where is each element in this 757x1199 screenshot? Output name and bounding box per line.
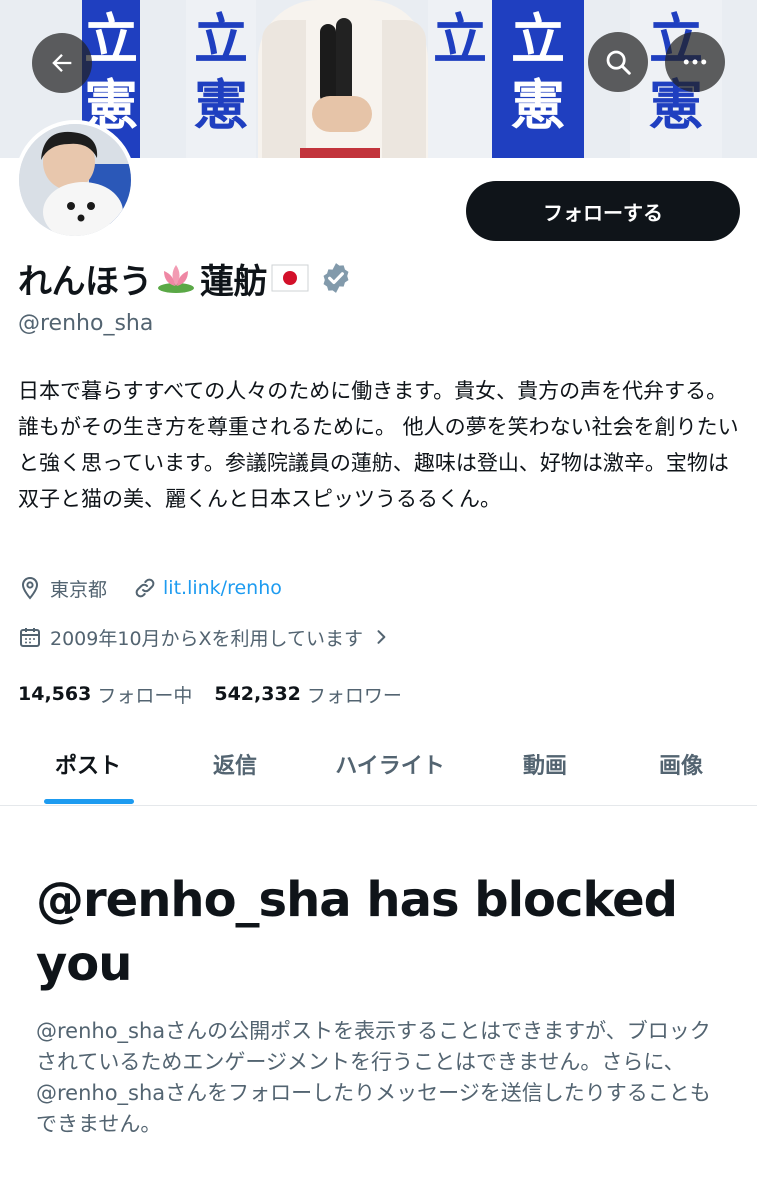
following-label[interactable]: フォロー中	[97, 681, 192, 708]
profile-meta-row: 東京都 lit.link/renho	[18, 573, 282, 603]
profile-bio: 日本で暮らすすべての人々のために働きます。貴女、貴方の声を代弁する。 誰もがその…	[18, 379, 739, 511]
poster-char: 立	[194, 7, 248, 71]
avatar-photo	[19, 124, 131, 236]
poster-char: 憲	[194, 73, 248, 137]
banner-poster-right: 立 憲	[492, 0, 584, 158]
tab-replies[interactable]: 返信	[170, 732, 300, 796]
calendar-icon	[20, 628, 40, 647]
blocked-message: @renho_shaさんの公開ポストを表示することはできますが、ブロックされてい…	[36, 1019, 711, 1136]
lotus-emoji-icon	[158, 265, 194, 293]
poster-char: 立	[433, 7, 487, 71]
speaker-hands	[312, 96, 372, 132]
poster-char: 立	[84, 7, 138, 71]
profile-stats: 14,563 フォロー中 542,332 フォロワー	[18, 678, 424, 710]
tab-posts[interactable]: ポスト	[18, 732, 158, 796]
arrow-left-icon	[52, 54, 72, 72]
active-tab-indicator	[44, 799, 134, 804]
poster-char: 憲	[511, 73, 565, 137]
profile-website-link[interactable]: lit.link/renho	[163, 577, 282, 599]
follow-button[interactable]: フォローする	[466, 181, 740, 241]
back-button[interactable]	[32, 33, 92, 93]
speaker-jacket-right	[382, 20, 426, 158]
ellipsis-icon	[683, 59, 707, 65]
tab-videos[interactable]: 動画	[480, 732, 610, 796]
tab-highlights[interactable]: ハイライト	[310, 732, 470, 796]
link-icon	[135, 578, 155, 598]
microphone	[320, 24, 336, 104]
chevron-right-icon	[377, 630, 386, 644]
following-count[interactable]: 14,563	[18, 683, 91, 705]
search-icon	[606, 50, 631, 75]
tab-media[interactable]: 画像	[616, 732, 746, 796]
location-pin-icon	[21, 576, 39, 600]
banner-poster-center-right: 立	[428, 0, 492, 158]
profile-avatar[interactable]	[15, 120, 135, 240]
more-button[interactable]	[665, 32, 725, 92]
display-name-suffix: 蓮舫	[200, 261, 268, 302]
profile-joined-row[interactable]: 2009年10月からXを利用しています	[18, 622, 391, 652]
display-name-row: れんほう 蓮舫	[18, 252, 353, 304]
avatar-illustration	[19, 124, 131, 236]
verified-badge-icon[interactable]	[319, 261, 353, 295]
profile-location: 東京都	[50, 578, 108, 601]
japan-flag-icon	[271, 264, 309, 292]
poster-char: 立	[511, 7, 565, 71]
speaker-jacket-left	[262, 20, 306, 158]
profile-joined-date: 2009年10月からXを利用しています	[50, 627, 363, 650]
banner-poster-center-left: 立 憲	[186, 0, 256, 158]
microphone	[336, 18, 352, 104]
blocked-title: @renho_sha has blocked you	[36, 872, 678, 992]
search-button[interactable]	[588, 32, 648, 92]
speaker-skirt	[300, 148, 380, 158]
profile-tabs: ポスト 返信 ハイライト 動画 画像	[0, 732, 757, 806]
followers-count[interactable]: 542,332	[214, 683, 301, 705]
followers-label[interactable]: フォロワー	[307, 681, 402, 708]
profile-handle: @renho_sha	[18, 311, 154, 336]
display-name: れんほう	[18, 261, 153, 302]
